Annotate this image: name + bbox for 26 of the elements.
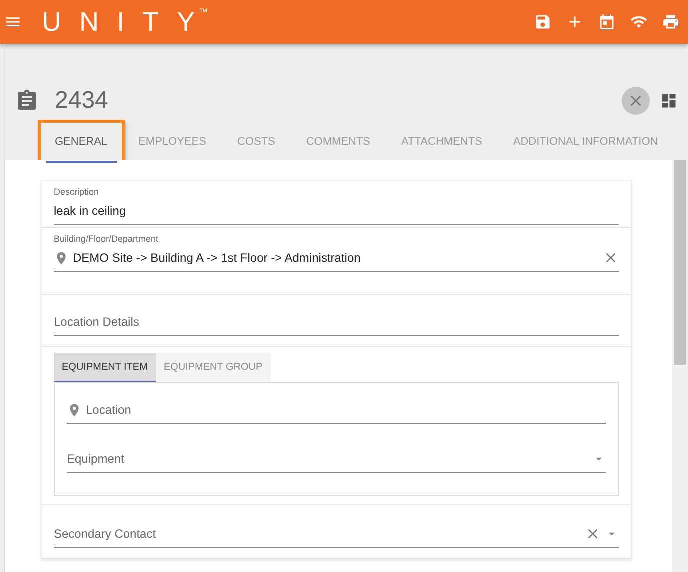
field-value: DEMO Site -> Building A -> 1st Floor -> Administration: [73, 251, 361, 265]
field-label: Building/Floor/Department: [54, 234, 160, 244]
input-field[interactable]: Location: [67, 399, 606, 424]
save-icon[interactable]: [534, 13, 552, 31]
scrollbar[interactable]: [672, 160, 688, 572]
input-field[interactable]: Location Details: [54, 311, 619, 336]
print-icon[interactable]: [662, 13, 680, 31]
dropdown-field[interactable]: Equipment: [67, 448, 606, 473]
field-placeholder: Location Details: [54, 315, 140, 329]
tab[interactable]: EQUIPMENT GROUP: [156, 353, 271, 382]
record-number: 2434: [55, 87, 108, 115]
dropdown-field[interactable]: Secondary Contact: [54, 523, 619, 548]
field-placeholder: Location: [86, 403, 132, 417]
field-placeholder: Secondary Contact: [54, 527, 156, 541]
field-placeholder: Equipment: [67, 452, 124, 466]
dashboard-icon[interactable]: [660, 92, 678, 110]
field-value: leak in ceiling: [54, 204, 126, 218]
clipboard-icon: [15, 89, 39, 113]
input-field[interactable]: DEMO Site -> Building A -> 1st Floor -> Administration: [54, 247, 619, 272]
pin-icon: [54, 250, 69, 266]
pin-icon: [67, 402, 82, 418]
input-field[interactable]: leak in ceiling: [54, 200, 619, 225]
field-label: Description: [54, 187, 100, 197]
calendar-icon[interactable]: [598, 13, 616, 31]
tab[interactable]: EQUIPMENT ITEM: [54, 353, 156, 382]
close-button[interactable]: [622, 87, 650, 115]
